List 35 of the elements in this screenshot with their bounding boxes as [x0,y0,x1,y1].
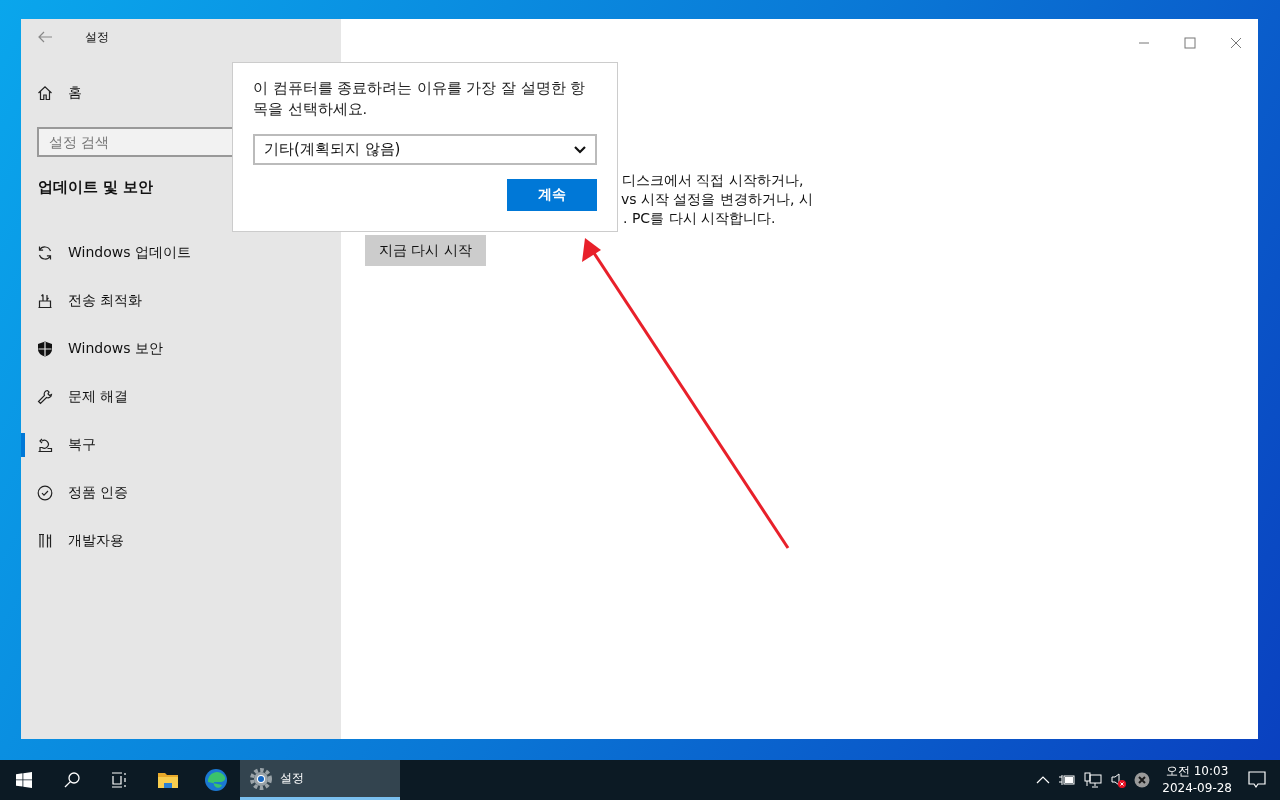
network-icon[interactable] [1084,772,1103,788]
chevron-down-icon [574,145,586,154]
check-circle-icon [37,485,53,501]
sidebar-item[interactable]: 문제 해결 [21,373,341,421]
sidebar-item[interactable]: 전송 최적화 [21,277,341,325]
description-text: . PC를 다시 시작합니다. [623,209,776,228]
sidebar-item[interactable]: Windows 보안 [21,325,341,373]
battery-plug-icon[interactable] [1058,774,1077,786]
sidebar-item[interactable]: 정품 인증 [21,469,341,517]
reason-dropdown[interactable]: 기타(계획되지 않음) [253,134,597,165]
window-title: 설정 [85,28,109,46]
taskbar-app-button[interactable]: 설정 [240,760,400,800]
description-text: vs 시작 설정을 변경하거나, 시 [621,190,813,209]
speaker-muted-icon[interactable] [1110,772,1127,788]
dialog-prompt: 이 컴퓨터를 종료하려는 이유를 가장 잘 설명한 항목을 선택하세요. [253,79,587,119]
sync-icon [37,245,53,261]
restart-now-button[interactable]: 지금 다시 시작 [365,235,486,266]
x-circle-icon[interactable] [1134,772,1151,788]
gear-icon [250,767,272,790]
shield-icon [37,341,53,357]
sidebar-item[interactable]: 개발자용 [21,517,341,565]
taskbar-clock[interactable]: 오전 10:03 2024-09-28 [1162,763,1232,797]
tools-icon [37,533,53,549]
home-icon [37,85,53,101]
wrench-icon [37,389,53,405]
description-text: 디스크에서 직접 시작하거나, [622,171,804,190]
sidebar-item[interactable]: 복구 [21,421,341,469]
sidebar-item[interactable]: Windows 업데이트 [21,229,341,277]
upload-tray-icon [37,293,53,309]
chevron-up-icon[interactable] [1036,776,1051,784]
recovery-icon [37,437,53,453]
section-title: 업데이트 및 보안 [38,178,155,197]
continue-button[interactable]: 계속 [507,179,597,211]
back-icon[interactable] [38,31,52,43]
notification-icon[interactable] [1248,771,1266,789]
